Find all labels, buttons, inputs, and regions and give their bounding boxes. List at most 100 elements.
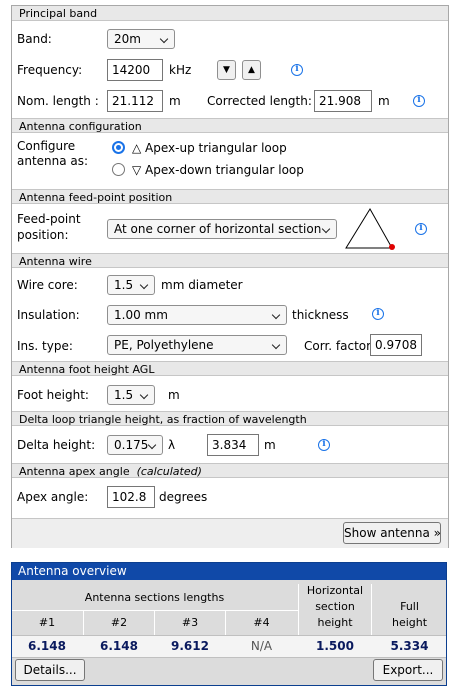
section-2-length: 6.148 — [100, 639, 138, 653]
delta-height-label: Delta height: — [17, 438, 96, 452]
chevron-down-icon — [139, 390, 149, 400]
foot-height-label: Foot height: — [17, 388, 89, 402]
nominal-length-label: Nom. length : — [17, 94, 99, 108]
up-arrow-icon: ▲ — [248, 65, 255, 75]
configure-label-line1: Configure — [17, 139, 76, 153]
wire-core-select-value: 1.5 — [114, 278, 134, 292]
lambda-symbol: λ — [168, 438, 176, 452]
delta-height-meters-input[interactable]: 3.834 — [207, 434, 259, 456]
band-up-button[interactable]: ▲ — [242, 60, 261, 80]
corrected-length-input[interactable]: 21.908 — [314, 90, 372, 112]
apex-up-radio[interactable] — [112, 141, 125, 154]
apex-angle-unit: degrees — [159, 490, 208, 504]
nominal-length-unit: m — [169, 94, 181, 108]
section-col-4-header: #4 — [253, 616, 270, 629]
horizontal-height-header-line3: height — [317, 616, 353, 629]
frequency-unit: kHz — [169, 63, 192, 77]
section-header-principal-band: Principal band — [12, 6, 448, 21]
delta-height-meters-unit: m — [264, 438, 276, 452]
chevron-down-icon — [271, 340, 281, 350]
insulation-type-select[interactable]: PE, Polyethylene — [107, 335, 287, 355]
insulation-type-select-value: PE, Polyethylene — [114, 338, 214, 352]
horizontal-height-header-line1: Horizontal — [306, 584, 364, 597]
sub-separator-1 — [83, 611, 84, 635]
feed-point-label-line1: Feed-point — [17, 212, 81, 226]
feed-point-select[interactable]: At one corner of horizontal section — [107, 219, 337, 239]
antenna-overview-title: Antenna overview — [12, 563, 446, 580]
wire-core-unit: mm diameter — [161, 278, 243, 292]
apex-angle-header-text: Antenna apex angle — [19, 465, 130, 478]
section-4-length: N/A — [250, 639, 273, 653]
delta-height-select[interactable]: 0.175 — [107, 435, 163, 455]
delta-height-select-value: 0.175 — [114, 438, 149, 452]
length-info-icon[interactable]: i — [413, 95, 425, 107]
down-arrow-icon: ▼ — [223, 65, 230, 75]
full-height-value: 5.334 — [390, 639, 429, 653]
feed-point-dot — [389, 244, 395, 250]
sub-separator-2 — [154, 611, 155, 635]
insulation-label: Insulation: — [17, 308, 80, 322]
correction-factor-input[interactable]: 0.9708 — [370, 334, 422, 356]
insulation-select[interactable]: 1.00 mm — [107, 305, 287, 325]
apex-up-label[interactable]: △ Apex-up triangular loop — [132, 141, 287, 155]
apex-angle-input[interactable]: 102.8 — [107, 486, 155, 508]
horizontal-height-header-line2: section — [315, 600, 355, 613]
apex-angle-label: Apex angle: — [17, 490, 89, 504]
nominal-length-input[interactable]: 21.112 — [107, 90, 163, 112]
wire-core-label: Wire core: — [17, 278, 78, 292]
section-3-length: 9.612 — [171, 639, 209, 653]
band-select[interactable]: 20m — [107, 29, 175, 49]
export-button[interactable]: Export... — [373, 659, 443, 681]
antenna-settings-panel: Principal band Band: 20m Frequency: 1420… — [11, 5, 449, 548]
section-col-1-header: #1 — [38, 616, 56, 629]
corrected-length-unit: m — [378, 94, 390, 108]
foot-height-unit: m — [168, 388, 180, 402]
apex-down-radio[interactable] — [112, 163, 125, 176]
chevron-down-icon — [159, 34, 169, 44]
column-separator — [298, 584, 299, 635]
chevron-down-icon — [147, 440, 157, 450]
details-button[interactable]: Details... — [15, 659, 85, 681]
insulation-type-label: Ins. type: — [17, 339, 73, 353]
horizontal-section-height-value: 1.500 — [316, 639, 354, 653]
correction-factor-label: Corr. factor: — [304, 339, 375, 353]
sub-separator-3 — [225, 611, 226, 635]
section-header-delta-height: Delta loop triangle height, as fraction … — [12, 411, 448, 426]
feed-point-label-line2: position: — [17, 228, 69, 242]
insulation-unit: thickness — [292, 308, 349, 322]
show-antenna-button[interactable]: Show antenna » — [343, 522, 441, 544]
frequency-input[interactable]: 14200 — [107, 59, 163, 81]
foot-height-select[interactable]: 1.5 — [107, 385, 155, 405]
band-label: Band: — [17, 32, 52, 46]
chevron-down-icon — [321, 224, 331, 234]
delta-height-info-icon[interactable]: i — [318, 439, 330, 451]
apex-angle-header-note: (calculated) — [136, 465, 202, 478]
sections-header-separator — [12, 610, 298, 611]
section-col-3-header: #3 — [181, 616, 199, 629]
section-header-apex-angle: Antenna apex angle (calculated) — [12, 463, 448, 478]
frequency-label: Frequency: — [17, 63, 83, 77]
section-header-foot-height: Antenna foot height AGL — [12, 361, 448, 376]
wire-core-select[interactable]: 1.5 — [107, 275, 155, 295]
section-col-2-header: #2 — [110, 616, 128, 629]
band-select-value: 20m — [114, 32, 141, 46]
band-down-button[interactable]: ▼ — [217, 60, 236, 80]
frequency-info-icon[interactable]: i — [291, 64, 303, 76]
insulation-info-icon[interactable]: i — [372, 308, 384, 320]
full-height-header-line1: Full — [400, 600, 419, 613]
triangle-shape — [345, 208, 393, 249]
section-header-antenna-configuration: Antenna configuration — [12, 118, 448, 133]
corrected-length-label: Corrected length: — [207, 94, 312, 108]
full-height-header-line2: height — [391, 616, 428, 629]
feed-point-triangle-diagram — [345, 208, 395, 250]
configure-label-line2: antenna as: — [17, 154, 89, 168]
section-header-antenna-wire: Antenna wire — [12, 253, 448, 268]
section-1-length: 6.148 — [28, 639, 66, 653]
feed-point-select-value: At one corner of horizontal section — [114, 222, 322, 236]
chevron-down-icon — [271, 310, 281, 320]
antenna-overview-panel: Antenna overview Antenna sections length… — [11, 562, 447, 686]
foot-height-select-value: 1.5 — [114, 388, 134, 402]
feed-point-info-icon[interactable]: i — [415, 223, 427, 235]
apex-down-label[interactable]: ▽ Apex-down triangular loop — [132, 163, 304, 177]
chevron-down-icon — [139, 280, 149, 290]
